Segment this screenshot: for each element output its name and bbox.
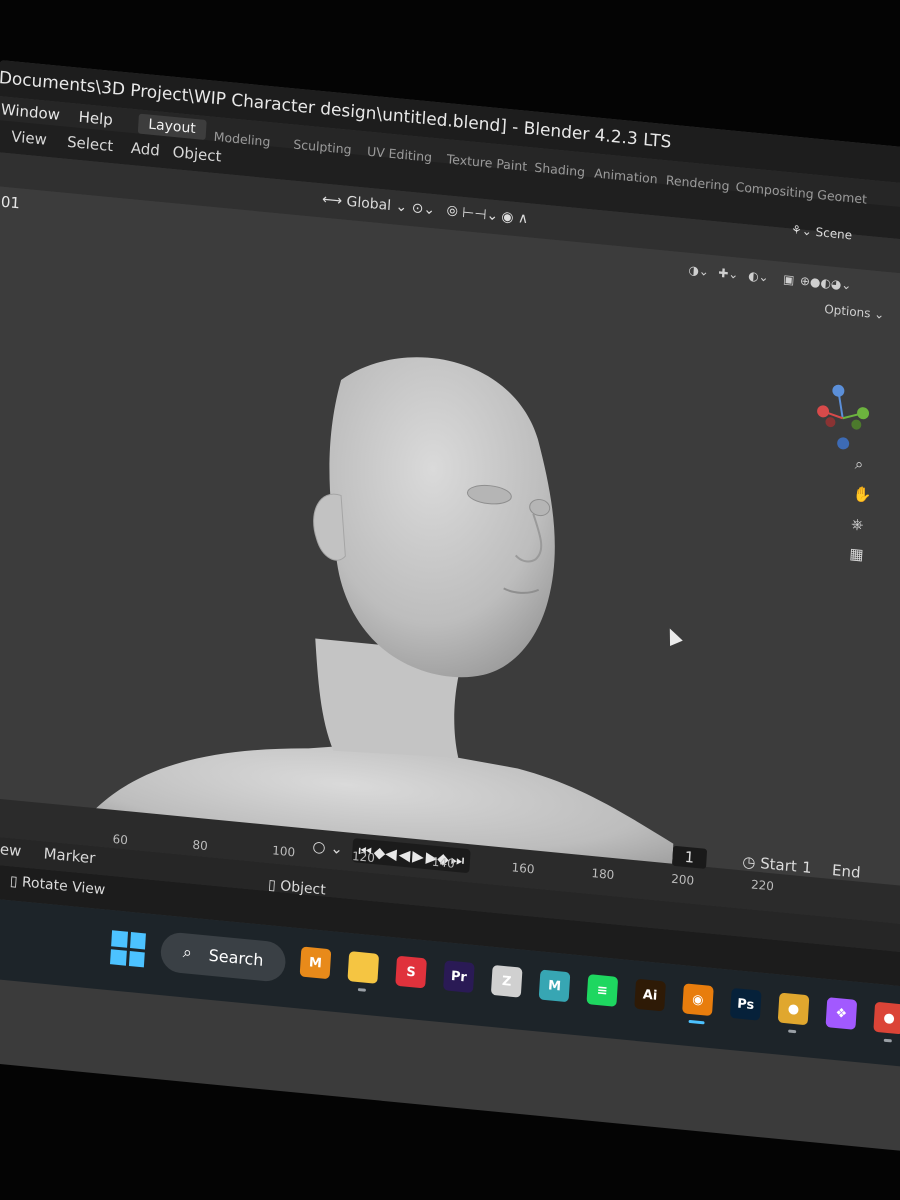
- running-indicator: [788, 1029, 797, 1034]
- running-indicator: [357, 988, 366, 992]
- monitor-screen: Documents\3D Project\WIP Character desig…: [0, 60, 900, 1155]
- rotate-view-hint: ▯ Rotate View: [9, 873, 106, 899]
- chrome-icon[interactable]: ●: [777, 992, 810, 1026]
- taskbar-search[interactable]: ⌕ Search: [159, 931, 287, 983]
- timeline-tick: 120: [351, 848, 376, 866]
- transform-orientation-dropdown[interactable]: ⟷ Global ⌄: [322, 191, 408, 215]
- overlay-icon[interactable]: ◐⌄: [748, 269, 769, 285]
- header-menu-view[interactable]: View: [11, 127, 48, 148]
- pan-hand-icon[interactable]: ✋: [853, 485, 873, 505]
- navigation-gizmo[interactable]: [813, 381, 877, 457]
- prev-keyframe-icon[interactable]: ◆◀: [373, 843, 397, 863]
- play-icon[interactable]: ▶: [412, 847, 425, 866]
- blender-icon[interactable]: ◉: [682, 983, 714, 1017]
- illustrator-icon[interactable]: Ai: [634, 978, 666, 1012]
- snap-icon[interactable]: ⦾ ⊢⊣⌄: [446, 203, 499, 224]
- substance-painter-icon[interactable]: S: [395, 955, 427, 989]
- header-menu-object[interactable]: Object: [172, 143, 222, 166]
- header-menu-add[interactable]: Add: [130, 139, 160, 160]
- timeline-tick: 60: [112, 831, 129, 848]
- zbrush-icon[interactable]: Z: [490, 964, 523, 998]
- figma-icon[interactable]: ❖: [825, 997, 858, 1030]
- frame-label: 001: [0, 191, 21, 213]
- timeline-view-menu[interactable]: View: [0, 839, 22, 860]
- clock-icon: ◷: [741, 852, 761, 873]
- keying-icon[interactable]: ○ ⌄: [312, 837, 343, 858]
- gizmo-toggle-icon[interactable]: ✚⌄: [718, 266, 739, 282]
- xray-icon[interactable]: ▣: [783, 272, 795, 287]
- shading-modes-icon[interactable]: ⊕●◐◕⌄: [800, 274, 852, 293]
- proportional-edit-icon[interactable]: ◉ ∧: [501, 209, 529, 228]
- windows-start-icon[interactable]: [110, 930, 146, 968]
- maya-icon[interactable]: M: [538, 969, 571, 1003]
- play-reverse-icon[interactable]: ◀: [398, 845, 411, 864]
- spotify-icon[interactable]: ≡: [586, 974, 619, 1007]
- visibility-icon[interactable]: ◑⌄: [688, 263, 709, 279]
- character-model: [72, 357, 674, 894]
- running-indicator: [883, 1038, 892, 1043]
- timeline-tick: 80: [192, 837, 209, 854]
- options-dropdown[interactable]: Options ⌄: [824, 302, 885, 322]
- photoshop-icon[interactable]: Ps: [729, 987, 762, 1021]
- timeline-tick: 220: [750, 877, 775, 894]
- header-menu-select[interactable]: Select: [67, 133, 114, 155]
- pivot-icon[interactable]: ⊙⌄: [411, 200, 435, 218]
- running-indicator: [688, 1019, 705, 1025]
- premiere-pro-icon[interactable]: Pr: [443, 960, 475, 994]
- scene-icon: ⚘⌄: [790, 222, 817, 239]
- timeline-tick: 160: [511, 860, 535, 877]
- timeline-tick: 100: [271, 843, 296, 860]
- search-icon: ⌕: [182, 942, 193, 962]
- zoom-icon[interactable]: ⌕: [854, 455, 863, 474]
- camera-view-icon[interactable]: ⎈: [851, 515, 864, 534]
- start-label: ◷ Start: [741, 852, 798, 876]
- timeline-tick: 140: [431, 854, 456, 871]
- perspective-grid-icon[interactable]: ▦: [849, 544, 864, 563]
- orientation-icon: ⟷: [321, 191, 348, 210]
- current-frame-field[interactable]: 1: [672, 845, 707, 869]
- menu-help[interactable]: Help: [78, 108, 113, 129]
- file-explorer-icon[interactable]: [347, 951, 380, 984]
- start-value[interactable]: 1: [802, 858, 813, 877]
- 3d-viewport[interactable]: 001 ◑⌄ ✚⌄ ◐⌄ ▣ ⊕●◐◕⌄ Options ⌄ ⌕ ✋ ⎈ ▦: [0, 185, 900, 894]
- end-label: End: [831, 861, 862, 882]
- timeline-tick: 200: [670, 871, 695, 888]
- timeline-tick: 180: [591, 865, 615, 883]
- timeline-marker-menu[interactable]: Marker: [43, 844, 96, 867]
- marmoset-icon[interactable]: M: [299, 946, 332, 980]
- chrome-icon[interactable]: ●: [873, 1001, 900, 1035]
